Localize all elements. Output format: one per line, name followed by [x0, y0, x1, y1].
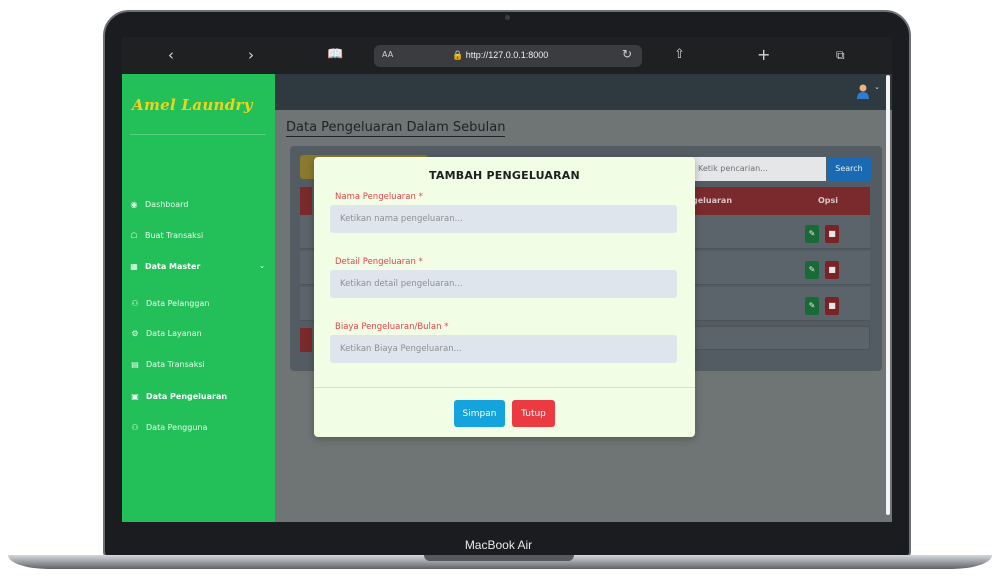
- brand-logo[interactable]: Amel Laundry: [132, 96, 253, 114]
- browser-toolbar: ‹ › 📖 AA 🔒 http://127.0.0.1:8000 ↻ ⇧ + ⧉: [122, 37, 892, 74]
- add-expense-modal: TAMBAH PENGELUARAN Nama Pengeluaran * De…: [314, 157, 695, 437]
- text-size-button[interactable]: AA: [382, 50, 393, 59]
- column-header-expense: geluaran: [692, 196, 733, 205]
- sidebar-item-data-transaksi[interactable]: ▤ Data Transaksi: [122, 353, 275, 375]
- sidebar-item-dashboard[interactable]: ◉ Dashboard: [122, 193, 275, 215]
- bookmarks-icon[interactable]: 📖: [327, 46, 343, 64]
- url-text: 🔒 http://127.0.0.1:8000: [452, 50, 548, 61]
- dashboard-icon: ◉: [130, 199, 138, 209]
- users-icon: ⚇: [131, 298, 139, 308]
- share-icon[interactable]: ⇧: [674, 46, 685, 64]
- table-header-left: [300, 187, 312, 215]
- money-icon: ▣: [131, 391, 139, 401]
- column-header-options: Opsi: [818, 196, 839, 205]
- address-bar[interactable]: AA 🔒 http://127.0.0.1:8000 ↻: [374, 45, 642, 67]
- back-icon[interactable]: ‹: [168, 46, 174, 64]
- avatar-icon[interactable]: [856, 83, 870, 99]
- sidebar-item-data-pelanggan[interactable]: ⚇ Data Pelanggan: [122, 292, 275, 314]
- sidebar-item-label: Data Pelanggan: [146, 298, 210, 308]
- sidebar-item-label: Data Layanan: [146, 328, 202, 338]
- delete-button[interactable]: ■: [825, 261, 839, 279]
- scrollbar[interactable]: [886, 75, 890, 515]
- table-footer-right: [694, 326, 870, 350]
- delete-button[interactable]: ■: [825, 297, 839, 315]
- close-button[interactable]: Tutup: [512, 400, 555, 427]
- topbar: ⌄: [275, 74, 892, 110]
- sidebar-item-data-master[interactable]: ▦ Data Master ⌄: [122, 255, 275, 277]
- expense-cost-input[interactable]: [330, 335, 677, 363]
- modal-title: TAMBAH PENGELUARAN: [429, 169, 580, 182]
- sidebar-item-label: Data Master: [145, 261, 201, 271]
- page-title: Data Pengeluaran Dalam Sebulan: [286, 120, 506, 137]
- chevron-down-icon: ⌄: [259, 262, 265, 270]
- sidebar: Amel Laundry ◉ Dashboard ☖ Buat Transaks…: [122, 74, 275, 522]
- expense-detail-input[interactable]: [330, 270, 677, 298]
- chevron-down-icon[interactable]: ⌄: [874, 83, 880, 91]
- table-icon: ▦: [130, 261, 138, 271]
- save-button[interactable]: Simpan: [454, 400, 505, 427]
- table-footer-left: [300, 328, 312, 352]
- field-label-detail: Detail Pengeluaran *: [335, 257, 423, 267]
- sidebar-item-data-pengeluaran[interactable]: ▣ Data Pengeluaran: [122, 385, 275, 407]
- sidebar-item-label: Data Transaksi: [146, 359, 205, 369]
- search-button[interactable]: Search: [827, 157, 871, 181]
- delete-button[interactable]: ■: [825, 225, 839, 243]
- lock-icon: 🔒: [452, 50, 464, 60]
- modal-divider: [314, 387, 695, 388]
- user-group-icon: ⚇: [131, 422, 139, 432]
- new-tab-icon[interactable]: +: [757, 46, 770, 64]
- cart-icon: ☖: [130, 230, 138, 240]
- device-label: MacBook Air: [464, 538, 533, 552]
- field-label-cost: Biaya Pengeluaran/Bulan *: [335, 322, 449, 332]
- sidebar-item-label: Buat Transaksi: [145, 230, 204, 240]
- sidebar-divider: [130, 134, 266, 135]
- edit-button[interactable]: ✎: [805, 297, 819, 315]
- service-icon: ⚙: [131, 328, 139, 338]
- laptop-notch: [424, 555, 574, 561]
- sidebar-item-label: Data Pengguna: [146, 422, 208, 432]
- sidebar-item-buat-transaksi[interactable]: ☖ Buat Transaksi: [122, 224, 275, 246]
- edit-button[interactable]: ✎: [805, 261, 819, 279]
- transactions-icon: ▤: [131, 359, 139, 369]
- field-label-name: Nama Pengeluaran *: [335, 192, 423, 202]
- sidebar-item-data-pengguna[interactable]: ⚇ Data Pengguna: [122, 416, 275, 438]
- expense-name-input[interactable]: [330, 205, 677, 233]
- sidebar-item-label: Data Pengeluaran: [146, 391, 228, 401]
- search-input[interactable]: Ketik pencarian...: [690, 157, 826, 181]
- reload-icon[interactable]: ↻: [622, 47, 632, 61]
- sidebar-item-data-layanan[interactable]: ⚙ Data Layanan: [122, 322, 275, 344]
- url-value: http://127.0.0.1:8000: [465, 50, 549, 60]
- camera-icon: [505, 15, 510, 20]
- forward-icon[interactable]: ›: [248, 46, 254, 64]
- edit-button[interactable]: ✎: [805, 225, 819, 243]
- sidebar-item-label: Dashboard: [145, 199, 189, 209]
- tabs-icon[interactable]: ⧉: [836, 46, 845, 64]
